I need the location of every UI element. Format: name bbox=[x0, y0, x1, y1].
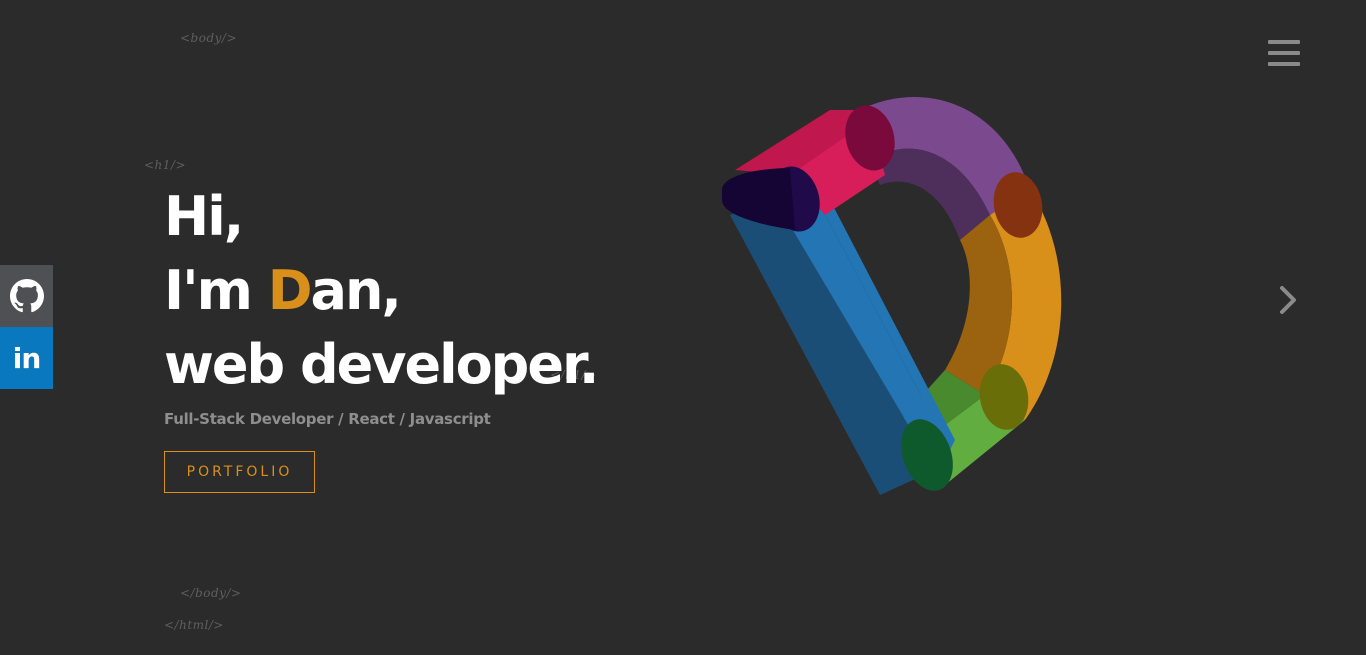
body-open-tag: <body/> bbox=[180, 31, 238, 45]
hero-heading: Hi, I'm Dan, web developer. bbox=[164, 180, 599, 402]
3d-letter-d-logo bbox=[722, 96, 1062, 495]
linkedin-link[interactable]: in bbox=[0, 327, 53, 389]
chevron-right-icon[interactable] bbox=[1270, 282, 1306, 318]
hamburger-menu-icon[interactable] bbox=[1268, 40, 1300, 68]
h1-open-tag: <h1/> bbox=[144, 158, 187, 172]
hero-name-accent-letter: D bbox=[267, 259, 313, 322]
github-link[interactable] bbox=[0, 265, 53, 327]
hero-line-role: web developer. bbox=[164, 333, 599, 396]
github-icon bbox=[9, 279, 44, 313]
portfolio-button[interactable]: PORTFOLIO bbox=[164, 451, 315, 493]
hero-subtitle: Full-Stack Developer / React / Javascrip… bbox=[164, 410, 491, 428]
body-close-tag: </body/> bbox=[180, 586, 242, 600]
html-close-tag: </html/> bbox=[164, 618, 224, 632]
hero-name-suffix: an, bbox=[310, 259, 402, 322]
linkedin-icon: in bbox=[12, 341, 42, 375]
hero-name-prefix: I'm bbox=[164, 259, 268, 322]
hero-line-name: I'm Dan, bbox=[164, 254, 597, 328]
hero-line-greeting: Hi, bbox=[164, 185, 244, 248]
